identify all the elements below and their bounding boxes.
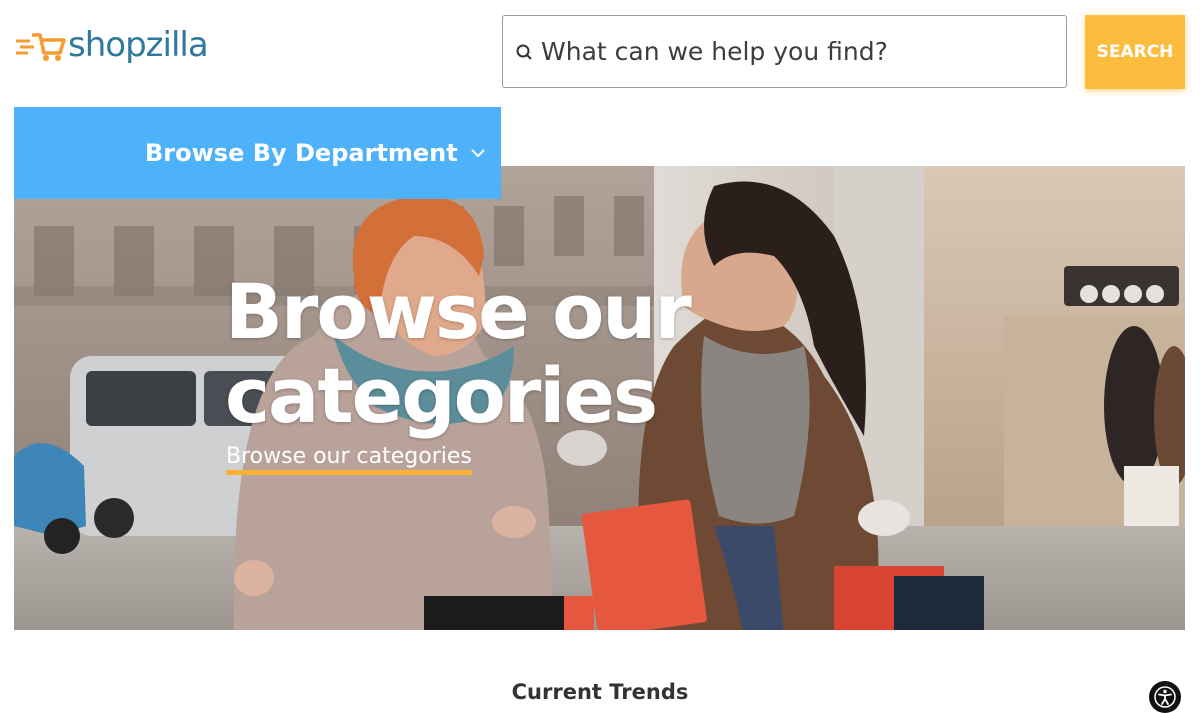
department-label: Browse By Department [145, 139, 458, 167]
search-input[interactable] [541, 21, 1066, 82]
search-button[interactable]: SEARCH [1085, 15, 1185, 89]
search-icon [515, 43, 533, 61]
shopping-cart-icon [16, 33, 66, 61]
accessibility-icon[interactable] [1149, 681, 1181, 713]
browse-categories-link[interactable]: Browse our categories [226, 444, 472, 475]
hero-title-line-1: Browse our [225, 267, 692, 356]
chevron-down-icon [471, 149, 485, 158]
logo-text: shopzilla [68, 25, 209, 65]
hero-title: Browse our categories [225, 267, 692, 440]
browse-by-department-button[interactable]: Browse By Department [14, 107, 501, 199]
current-trends-heading: Current Trends [511, 680, 689, 704]
hero-title-line-2: categories [225, 351, 658, 440]
logo[interactable]: shopzilla [14, 20, 209, 70]
search-box [502, 15, 1067, 88]
